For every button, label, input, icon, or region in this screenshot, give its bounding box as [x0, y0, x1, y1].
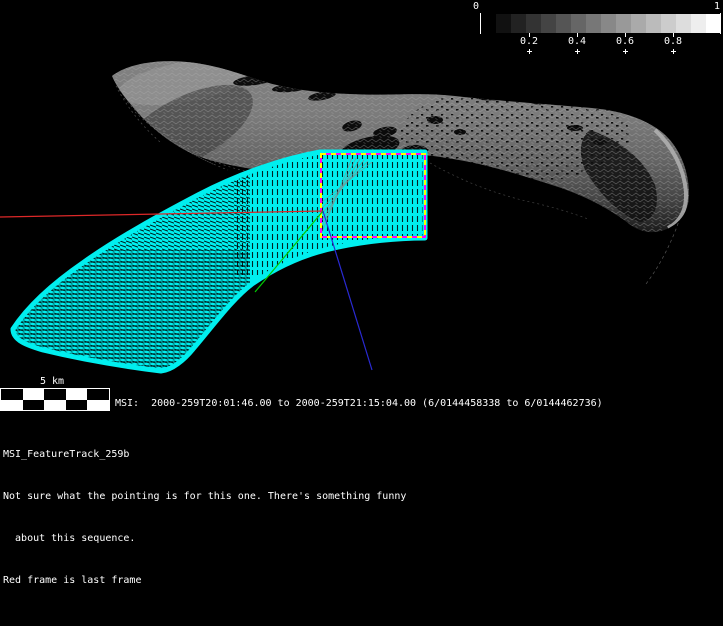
scale-bar: [0, 388, 110, 411]
colorbar-step: [631, 14, 646, 33]
colorbar-max-label: 1: [714, 1, 721, 12]
colorbar-step: [661, 14, 676, 33]
annotation-block: MSI_FeatureTrack_259b Not sure what the …: [3, 420, 406, 616]
colorbar: 0 1 0.2 0.4 0.6 0.8: [473, 1, 721, 73]
scale-bar-cell: [44, 399, 66, 410]
colorbar-tick-label: 0.4: [567, 36, 587, 47]
scale-bar-cell: [22, 389, 45, 400]
colorbar-min-label: 0: [473, 1, 480, 12]
colorbar-minor-mark: [529, 49, 530, 54]
note-line-2: about this sequence.: [3, 533, 136, 544]
colorbar-step: [676, 14, 691, 33]
scale-bar-cell: [1, 389, 23, 400]
colorbar-minor-mark: [577, 49, 578, 54]
colorbar-step: [526, 14, 541, 33]
render-window: 0 1 0.2 0.4 0.6 0.8 5 km MSI: 2000-259T20:0…: [0, 0, 723, 626]
colorbar-step: [556, 14, 571, 33]
scale-bar-cell: [65, 389, 88, 400]
colorbar-tick-label: 0.2: [519, 36, 539, 47]
scale-bar-cell: [1, 399, 23, 410]
colorbar-step: [481, 14, 496, 33]
colorbar-tick-label: 0.8: [663, 36, 683, 47]
scale-bar-cell: [87, 399, 109, 410]
note-line-3: Red frame is last frame: [3, 575, 142, 586]
colorbar-step: [616, 14, 631, 33]
colorbar-step: [691, 14, 706, 33]
colorbar-minor-mark: [673, 49, 674, 54]
image-footprint-swath: [10, 149, 428, 374]
colorbar-step: [706, 14, 721, 33]
status-line: MSI: 2000-259T20:01:46.00 to 2000-259T21…: [115, 398, 603, 409]
colorbar-step: [511, 14, 526, 33]
colorbar-step: [586, 14, 601, 33]
note-line-1: Not sure what the pointing is for this o…: [3, 491, 407, 502]
colorbar-step: [601, 14, 616, 33]
colorbar-tick-label: 0.6: [615, 36, 635, 47]
colorbar-step: [541, 14, 556, 33]
colorbar-steps: [481, 14, 721, 33]
scale-bar-cell: [65, 399, 88, 410]
colorbar-step: [496, 14, 511, 33]
colorbar-step: [571, 14, 586, 33]
scale-bar-cell: [44, 389, 66, 400]
sequence-title: MSI_FeatureTrack_259b: [3, 449, 130, 460]
scale-bar-cell: [22, 399, 45, 410]
colorbar-step: [646, 14, 661, 33]
scale-bar-cell: [87, 389, 109, 400]
scale-bar-label: 5 km: [40, 376, 65, 387]
colorbar-minor-mark: [625, 49, 626, 54]
